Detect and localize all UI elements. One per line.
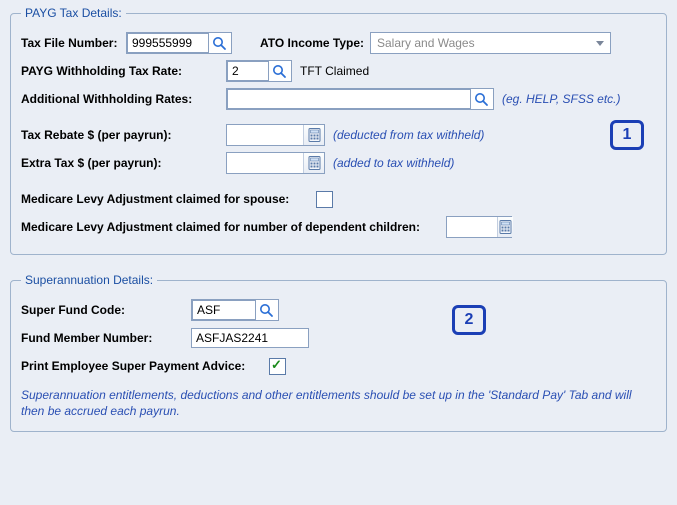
extra-input[interactable] (226, 152, 325, 174)
callout-badge-2: 2 (452, 305, 486, 335)
ato-label: ATO Income Type: (260, 36, 370, 50)
print-advice-checkbox[interactable] (269, 358, 286, 375)
tfn-input[interactable] (126, 32, 232, 54)
calculator-icon[interactable] (497, 217, 513, 237)
medicare-spouse-label: Medicare Levy Adjustment claimed for spo… (21, 192, 316, 206)
rate-label: PAYG Withholding Tax Rate: (21, 64, 226, 78)
super-info-text: Superannuation entitlements, deductions … (21, 387, 656, 419)
super-fieldset: Superannuation Details: 2 Super Fund Cod… (10, 273, 667, 432)
rebate-label: Tax Rebate $ (per payrun): (21, 128, 226, 142)
rebate-input[interactable] (226, 124, 325, 146)
payg-fieldset: PAYG Tax Details: 1 Tax File Number: ATO… (10, 6, 667, 255)
addl-hint: (eg. HELP, SFSS etc.) (502, 92, 621, 106)
addl-input[interactable] (226, 88, 494, 110)
search-icon[interactable] (269, 61, 289, 81)
ato-income-type-select[interactable]: Salary and Wages (370, 32, 611, 54)
calculator-icon[interactable] (303, 125, 324, 145)
super-legend: Superannuation Details: (21, 273, 157, 287)
extra-hint: (added to tax withheld) (333, 156, 454, 170)
search-icon[interactable] (209, 33, 229, 53)
fund-code-input[interactable] (191, 299, 279, 321)
callout-badge-1: 1 (610, 120, 644, 150)
member-input[interactable] (191, 328, 309, 348)
search-icon[interactable] (471, 89, 491, 109)
member-label: Fund Member Number: (21, 331, 191, 345)
medicare-spouse-checkbox[interactable] (316, 191, 333, 208)
fund-code-label: Super Fund Code: (21, 303, 191, 317)
payg-legend: PAYG Tax Details: (21, 6, 126, 20)
medicare-children-input[interactable] (446, 216, 512, 238)
medicare-children-label: Medicare Levy Adjustment claimed for num… (21, 220, 446, 234)
print-advice-label: Print Employee Super Payment Advice: (21, 359, 269, 373)
rate-input[interactable] (226, 60, 292, 82)
calculator-icon[interactable] (303, 153, 324, 173)
extra-label: Extra Tax $ (per payrun): (21, 156, 226, 170)
search-icon[interactable] (256, 300, 276, 320)
rebate-hint: (deducted from tax withheld) (333, 128, 484, 142)
tfn-label: Tax File Number: (21, 36, 126, 50)
rate-suffix: TFT Claimed (300, 64, 369, 78)
addl-label: Additional Withholding Rates: (21, 92, 226, 106)
